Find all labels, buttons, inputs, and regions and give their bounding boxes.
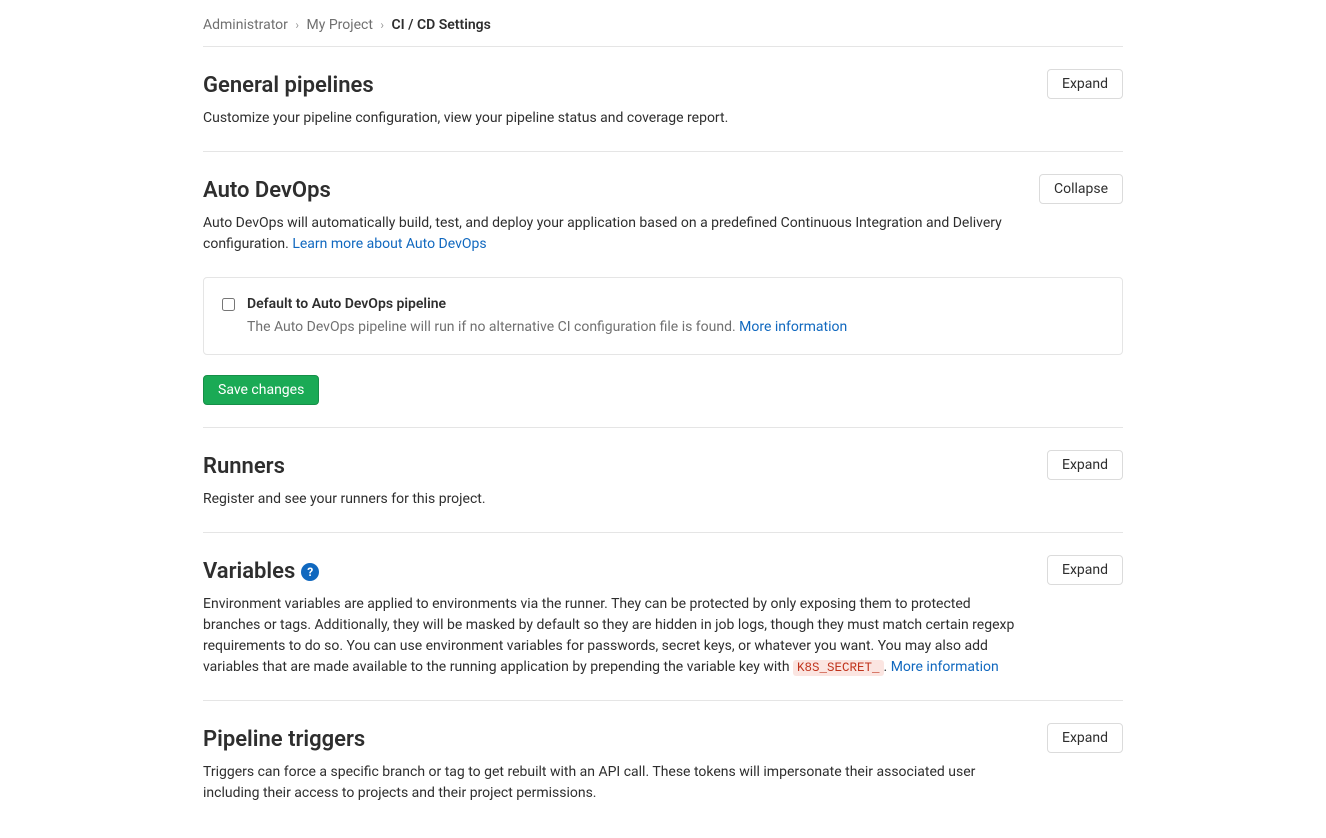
help-icon[interactable]: ? (301, 563, 319, 581)
autodevops-settings-box: Default to Auto DevOps pipeline The Auto… (203, 277, 1123, 355)
section-title-variables: Variables ? (203, 555, 1027, 588)
variables-title-text: Variables (203, 555, 295, 588)
section-title-triggers: Pipeline triggers (203, 723, 1027, 756)
section-runners: Runners Register and see your runners fo… (203, 428, 1123, 533)
breadcrumb-current: CI / CD Settings (392, 17, 491, 33)
section-title-runners: Runners (203, 450, 1027, 483)
autodevops-hint-text: The Auto DevOps pipeline will run if no … (247, 319, 739, 335)
section-desc-runners: Register and see your runners for this p… (203, 489, 1027, 510)
learn-more-link[interactable]: Learn more about Auto DevOps (292, 236, 486, 252)
section-auto-devops: Auto DevOps Auto DevOps will automatical… (203, 152, 1123, 428)
expand-button-variables[interactable]: Expand (1047, 555, 1123, 585)
section-desc-general: Customize your pipeline configuration, v… (203, 108, 1027, 129)
breadcrumb-link-project[interactable]: My Project (307, 17, 373, 33)
default-autodevops-label: Default to Auto DevOps pipeline (247, 294, 847, 315)
breadcrumb-link-administrator[interactable]: Administrator (203, 17, 288, 33)
section-desc-autodevops: Auto DevOps will automatically build, te… (203, 213, 1019, 255)
variables-more-info-link[interactable]: More information (891, 659, 999, 675)
expand-button-runners[interactable]: Expand (1047, 450, 1123, 480)
expand-button-general[interactable]: Expand (1047, 69, 1123, 99)
section-pipeline-triggers: Pipeline triggers Triggers can force a s… (203, 701, 1123, 826)
section-variables: Variables ? Environment variables are ap… (203, 533, 1123, 701)
k8s-secret-code: K8S_SECRET_ (793, 660, 884, 676)
expand-button-triggers[interactable]: Expand (1047, 723, 1123, 753)
section-desc-variables: Environment variables are applied to env… (203, 594, 1027, 678)
variables-desc-post: . (884, 659, 891, 675)
save-changes-button[interactable]: Save changes (203, 375, 319, 405)
section-general-pipelines: General pipelines Customize your pipelin… (203, 47, 1123, 152)
chevron-right-icon: › (380, 18, 384, 32)
default-autodevops-hint: The Auto DevOps pipeline will run if no … (247, 317, 847, 338)
breadcrumb: Administrator › My Project › CI / CD Set… (203, 0, 1123, 47)
section-title-autodevops: Auto DevOps (203, 174, 1019, 207)
more-information-link[interactable]: More information (739, 319, 847, 335)
default-autodevops-checkbox[interactable] (222, 298, 235, 311)
collapse-button-autodevops[interactable]: Collapse (1039, 174, 1123, 204)
section-desc-triggers: Triggers can force a specific branch or … (203, 762, 1027, 804)
chevron-right-icon: › (295, 18, 299, 32)
section-title-general: General pipelines (203, 69, 1027, 102)
